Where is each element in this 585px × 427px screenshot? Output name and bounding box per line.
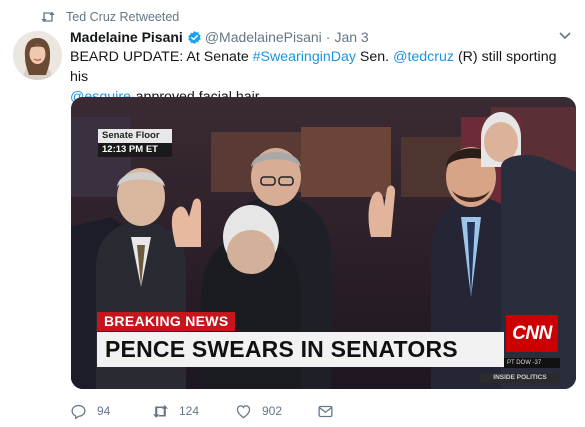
breaking-news-banner: BREAKING NEWS	[97, 312, 236, 331]
chevron-down-icon[interactable]	[559, 32, 571, 42]
market-ticker: PT DOW -37	[504, 358, 560, 368]
author-name[interactable]: Madelaine Pisani	[70, 29, 183, 45]
avatar[interactable]	[13, 31, 62, 80]
headline-banner: PENCE SWEARS IN SENATORS	[97, 332, 504, 367]
time-label: 12:13 PM ET	[98, 143, 172, 157]
tweet-header: Madelaine Pisani @MadelainePisani · Jan …	[70, 28, 369, 46]
location-label: Senate Floor	[98, 129, 172, 143]
like-button[interactable]: 902	[235, 403, 317, 420]
hashtag-link[interactable]: #SwearinginDay	[253, 49, 356, 65]
tweet-actions: 94 124 902	[70, 402, 344, 420]
retweet-count: 124	[179, 404, 200, 418]
header-separator: ·	[325, 29, 331, 45]
tweet-media-video[interactable]: Senate Floor 12:13 PM ET BREAKING NEWS P…	[71, 97, 576, 389]
like-icon	[236, 404, 251, 418]
reply-count: 94	[97, 404, 111, 418]
retweet-button[interactable]: 124	[152, 403, 235, 420]
retweet-icon	[153, 404, 168, 418]
tweet-text-segment: BEARD UPDATE: At Senate	[70, 49, 253, 65]
location-bug: Senate Floor 12:13 PM ET	[98, 129, 172, 157]
tweet-timestamp[interactable]: Jan 3	[334, 29, 368, 45]
tweet-text-segment: Sen.	[355, 49, 394, 65]
retweet-icon	[40, 10, 56, 24]
direct-message-button[interactable]	[317, 403, 344, 420]
direct-message-icon	[318, 405, 333, 417]
reply-button[interactable]: 94	[70, 403, 152, 420]
avatar-image	[13, 31, 62, 80]
mention-link[interactable]: @tedcruz	[393, 49, 454, 65]
like-count: 902	[262, 404, 283, 418]
retweet-context-text: Ted Cruz Retweeted	[66, 10, 180, 24]
show-name-bar: INSIDE POLITICS	[480, 373, 560, 383]
cnn-logo: CNN	[506, 315, 558, 352]
reply-icon	[71, 404, 86, 419]
retweet-context[interactable]: Ted Cruz Retweeted	[40, 9, 179, 25]
verified-badge-icon	[187, 30, 202, 45]
author-handle[interactable]: @MadelainePisani	[205, 29, 322, 45]
